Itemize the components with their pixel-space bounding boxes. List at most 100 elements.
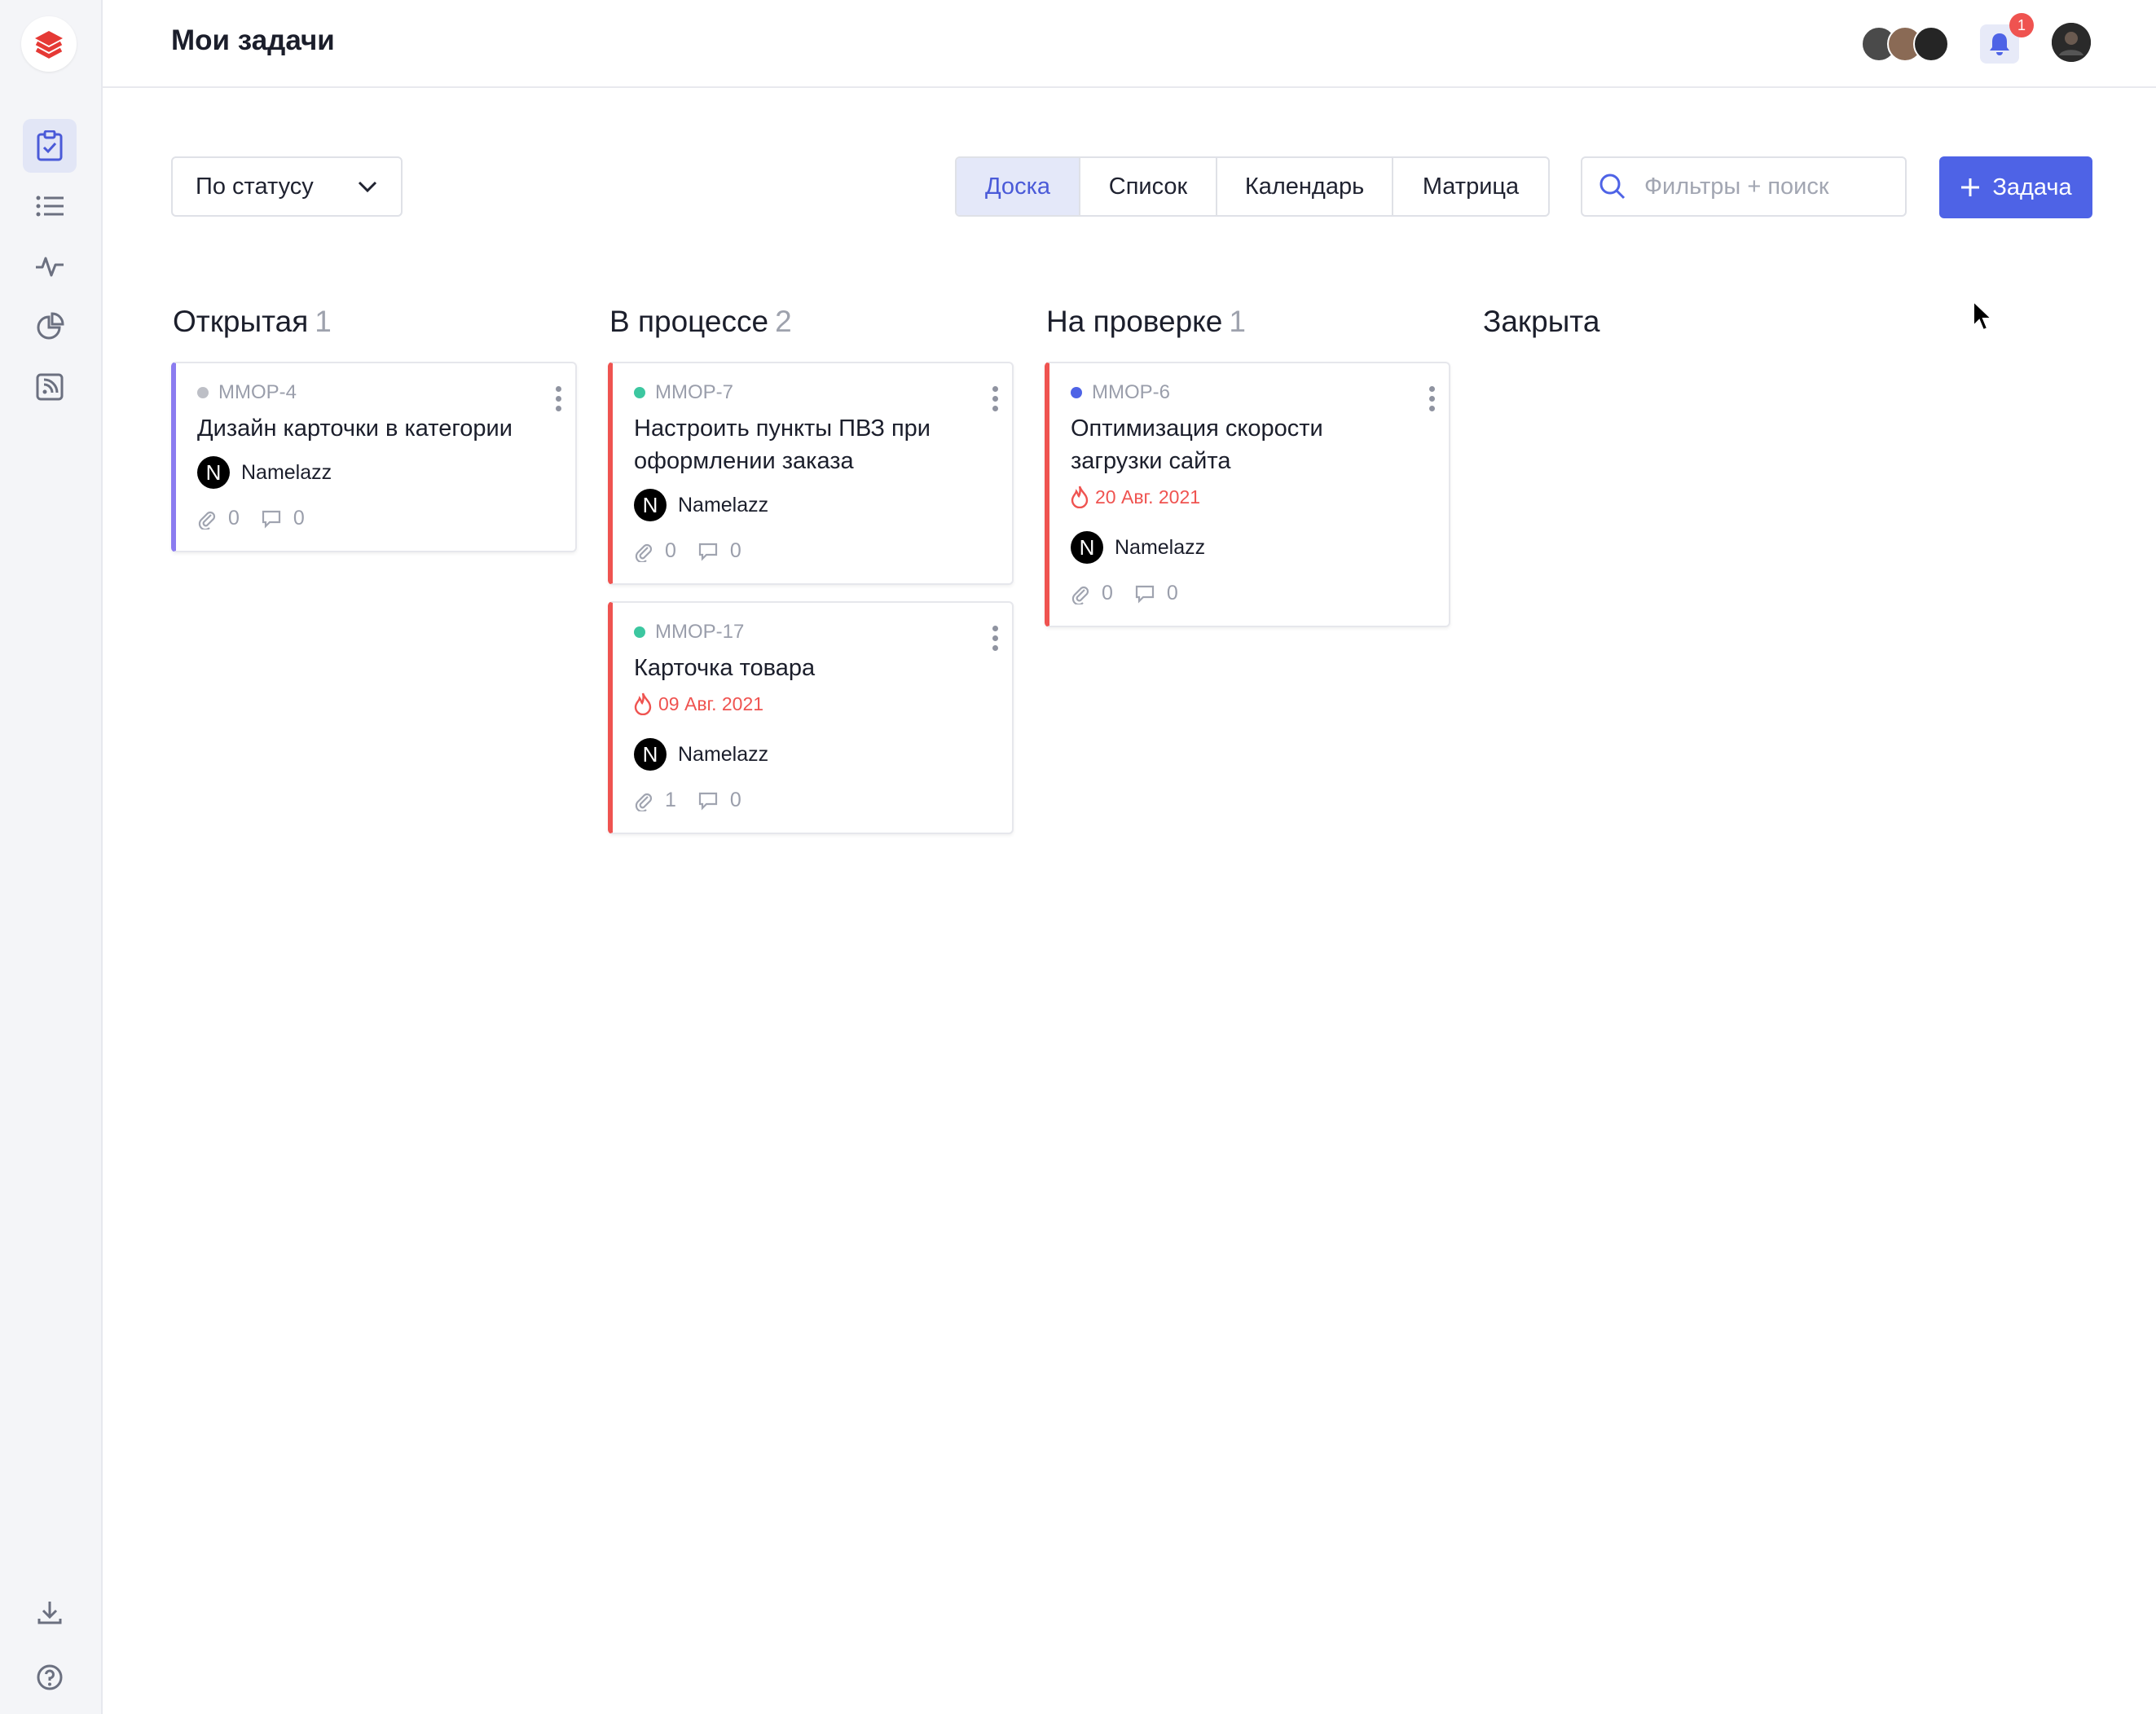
column-title-in-progress: В процессе 2 [609,305,792,339]
task-key-text: MMOP-6 [1092,381,1170,403]
task-title: Оптимизация скорости загрузки сайта [1071,415,1323,474]
assignee-name: Namelazz [678,742,769,766]
team-avatars[interactable] [1861,26,1949,62]
avatar[interactable] [1913,26,1949,62]
column-title-review: На проверке 1 [1046,305,1246,339]
search-icon [1599,174,1626,200]
attachments-count: 1 [665,789,676,811]
sidebar-item-reports[interactable] [23,300,77,354]
download-button[interactable] [23,1585,77,1639]
column-count: 2 [775,305,792,338]
status-dot [1071,387,1082,398]
card-menu-button[interactable] [991,626,999,651]
comment-icon [1134,584,1155,604]
notification-badge: 1 [2009,13,2034,37]
task-due-date: 09 Авг. 2021 [634,692,763,715]
column-count: 1 [1229,305,1246,338]
activity-icon [36,257,64,277]
task-assignee: N Namelazz [634,738,768,771]
card-menu-button[interactable] [554,386,562,411]
assignee-name: Namelazz [1115,535,1206,559]
tab-calendar[interactable]: Календарь [1217,158,1393,215]
user-photo-icon [2052,23,2091,62]
due-date-text: 09 Авг. 2021 [658,692,764,714]
download-icon [37,1602,62,1624]
group-by-value: По статусу [196,173,314,200]
logo-icon [35,31,63,59]
task-key-text: MMOP-17 [655,621,745,643]
status-dot [197,387,209,398]
comments-count: 0 [729,539,741,562]
task-title: Настроить пункты ПВЗ при оформлении зака… [634,415,931,474]
task-due-date: 20 Авг. 2021 [1071,486,1200,508]
add-task-label: Задача [1992,174,2072,200]
attachments-count: 0 [228,507,240,530]
task-key: MMOP-6 [1071,381,1170,404]
comments-count: 0 [729,789,741,811]
bell-icon [1990,33,2009,55]
status-dot [634,626,645,638]
comment-icon [261,509,282,529]
task-key: MMOP-4 [197,381,297,404]
task-title: Дизайн карточки в категории [197,415,513,442]
column-title-closed: Закрыта [1483,305,1599,339]
column-name: В процессе [609,305,769,338]
task-key: MMOP-7 [634,381,733,404]
column-title-open: Открытая 1 [173,305,332,339]
rss-icon [36,373,64,401]
add-task-button[interactable]: Задача [1939,156,2092,218]
card-menu-button[interactable] [991,386,999,411]
avatar: N [197,456,230,489]
task-meta: 0 0 [1071,582,1199,605]
app-logo[interactable] [21,16,77,72]
mouse-cursor-icon [1972,299,1995,336]
comment-icon [697,542,719,561]
sidebar-item-list[interactable] [23,179,77,233]
avatar: N [634,738,667,771]
search-box[interactable] [1581,156,1907,217]
assignee-name: Namelazz [241,460,332,484]
task-key-text: MMOP-7 [655,381,733,403]
sidebar-item-feed[interactable] [23,360,77,414]
assignee-name: Namelazz [678,493,769,516]
task-meta: 0 0 [197,507,326,530]
plus-icon [1961,178,1980,196]
paperclip-icon [634,790,653,811]
page-title: Мои задачи [171,24,335,56]
sidebar-item-activity[interactable] [23,240,77,293]
tab-list[interactable]: Список [1080,158,1217,215]
comment-icon [697,791,719,811]
task-assignee: N Namelazz [197,456,332,489]
user-avatar[interactable] [2052,23,2091,62]
task-card[interactable]: MMOP-6 Оптимизация скорости загрузки сай… [1045,362,1450,627]
view-switcher: Доска Список Календарь Матрица [955,156,1550,217]
column-name: Открытая [173,305,309,338]
list-icon [36,196,64,217]
clipboard-check-icon [37,130,63,161]
task-meta: 0 0 [634,539,763,563]
column-count: 1 [315,305,332,338]
chevron-down-icon [357,180,378,193]
tab-board[interactable]: Доска [957,158,1080,215]
search-input[interactable] [1643,172,1890,201]
due-date-text: 20 Авг. 2021 [1095,486,1201,508]
sidebar-item-tasks[interactable] [23,119,77,173]
task-card[interactable]: MMOP-17 Карточка товара 09 Авг. 2021 N N… [608,601,1014,834]
pie-chart-icon [37,312,64,340]
tab-matrix[interactable]: Матрица [1393,158,1548,215]
sidebar [0,0,103,1714]
help-button[interactable] [23,1650,77,1704]
paperclip-icon [634,541,653,562]
task-key-text: MMOP-4 [218,381,297,403]
avatar: N [634,489,667,521]
top-header: Мои задачи [101,0,2156,88]
task-key: MMOP-17 [634,621,744,644]
paperclip-icon [197,508,217,530]
task-card[interactable]: MMOP-7 Настроить пункты ПВЗ при оформлен… [608,362,1014,585]
task-assignee: N Namelazz [1071,531,1205,564]
group-by-select[interactable]: По статусу [171,156,403,217]
attachments-count: 0 [665,539,676,562]
card-menu-button[interactable] [1428,386,1436,411]
column-name: Закрыта [1483,305,1600,338]
task-card[interactable]: MMOP-4 Дизайн карточки в категории N Nam… [171,362,577,552]
